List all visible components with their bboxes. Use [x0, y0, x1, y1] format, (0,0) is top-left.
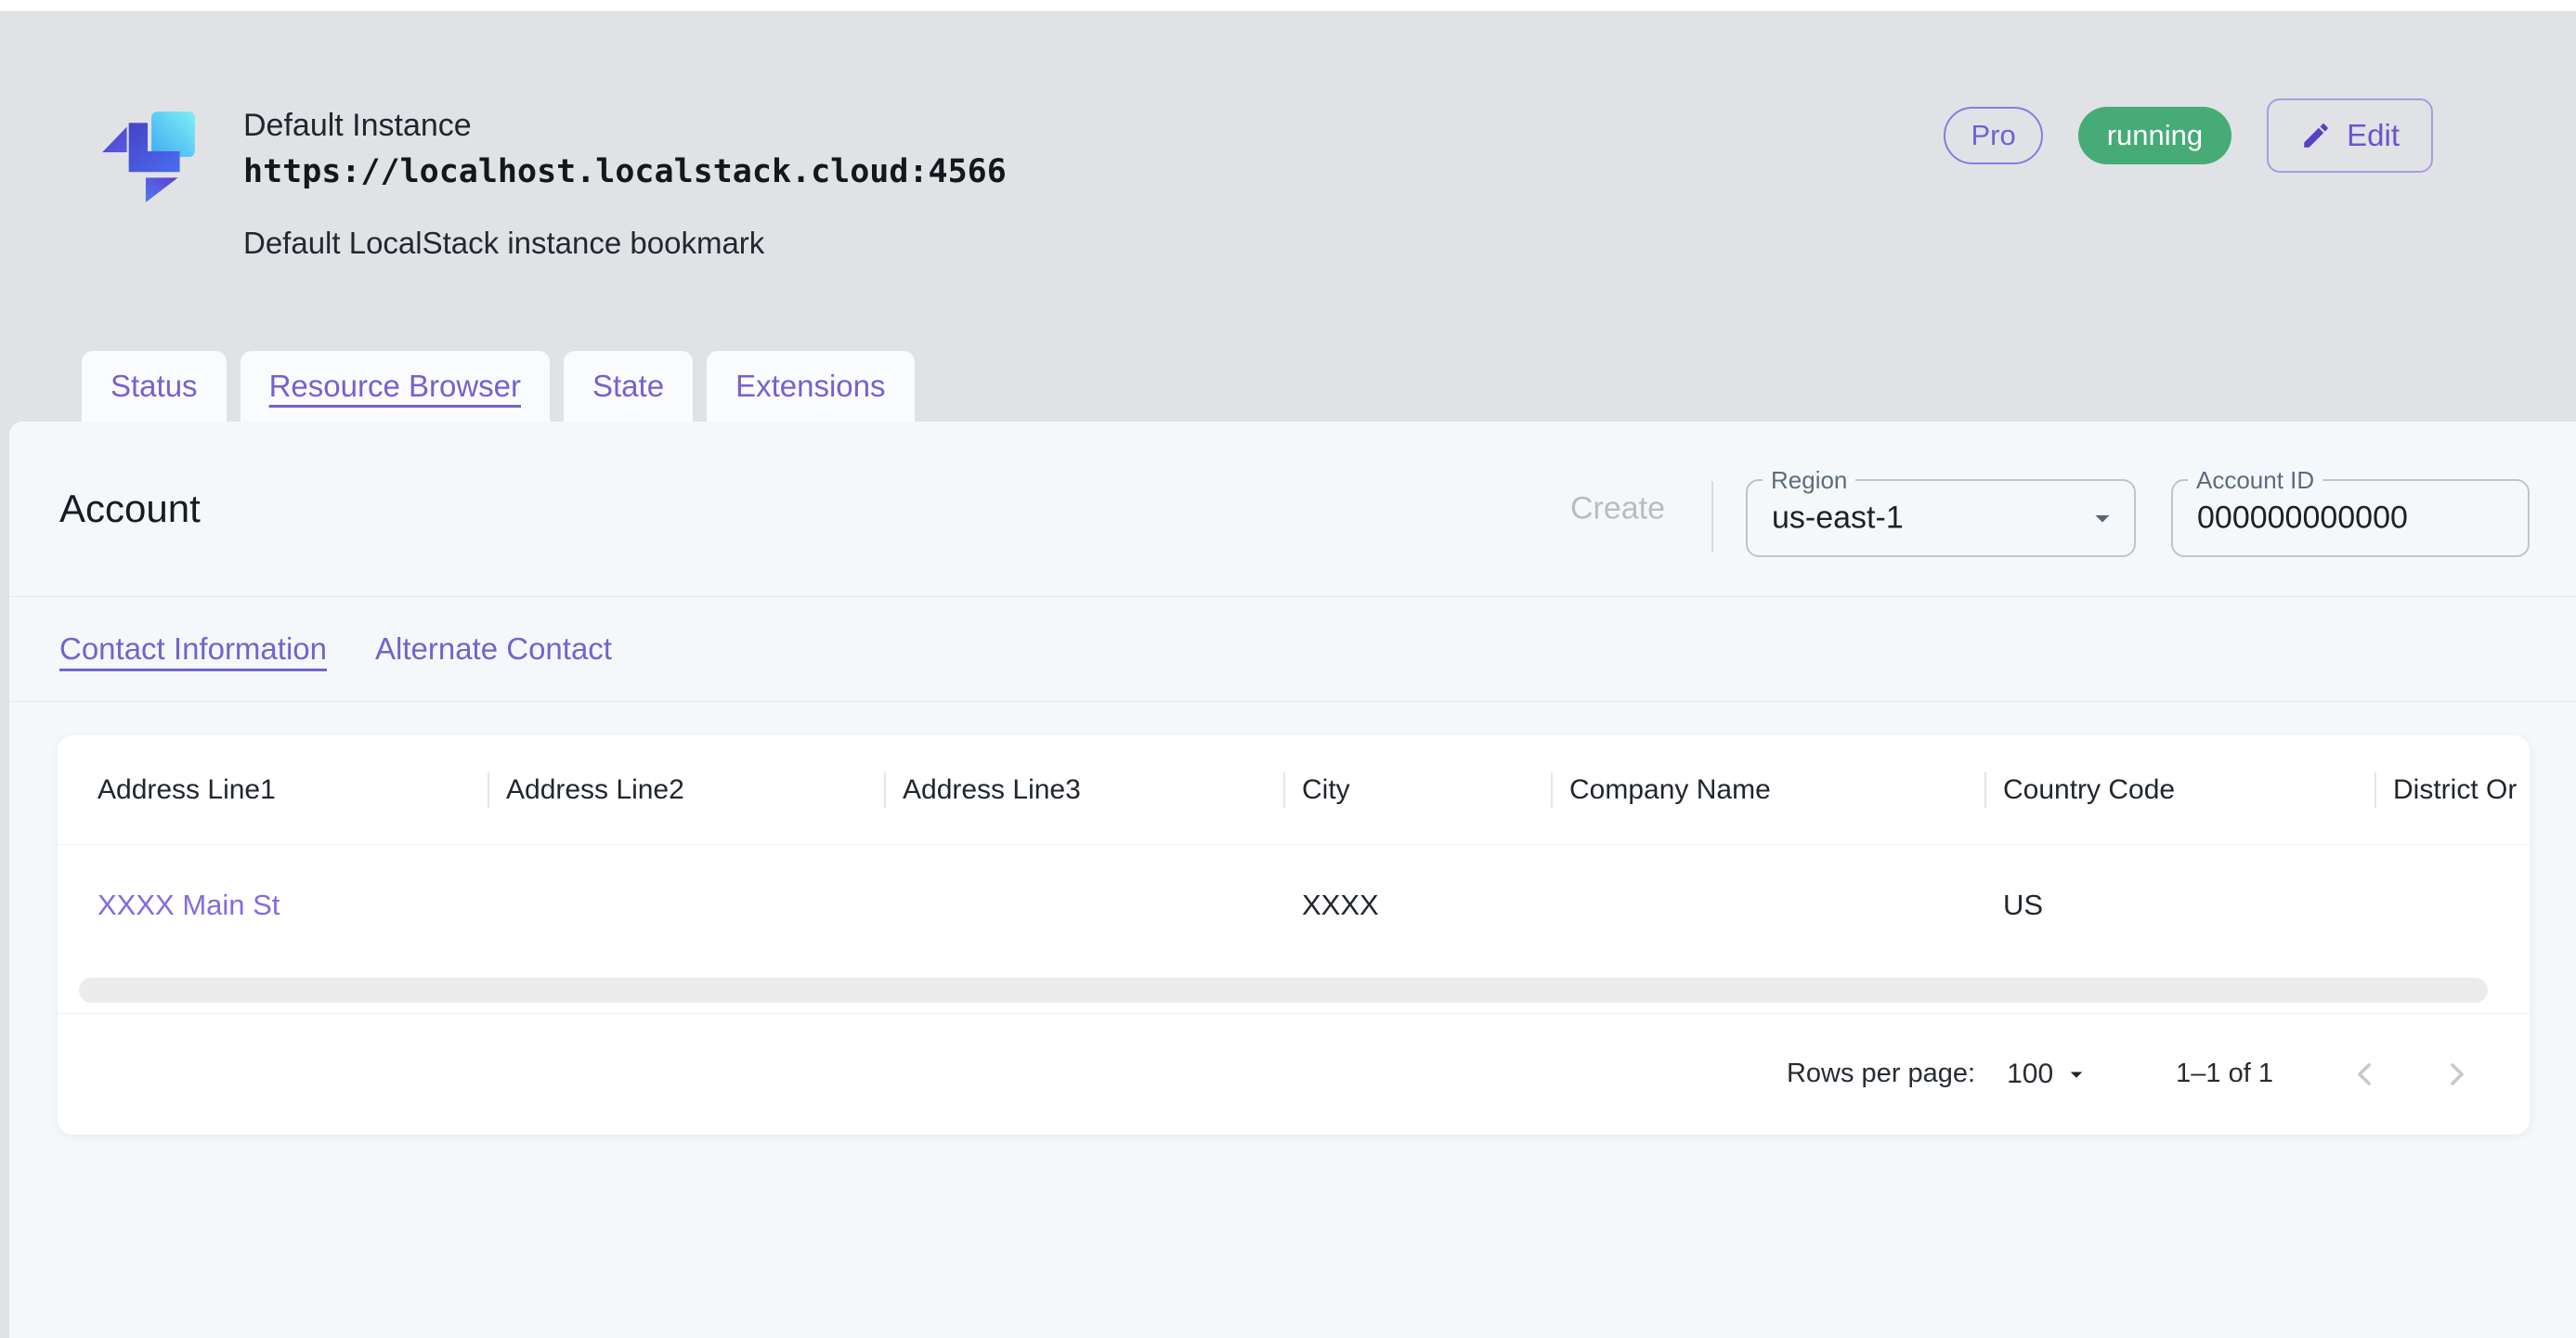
tab-status[interactable]: Status	[82, 351, 227, 422]
column-header-address-line1[interactable]: Address Line1	[58, 735, 488, 844]
pencil-icon	[2300, 120, 2332, 151]
pro-badge: Pro	[1944, 107, 2042, 164]
header-badges: Pro running Edit	[1944, 98, 2433, 173]
cell-district	[2374, 845, 2530, 966]
column-header-district[interactable]: District Or	[2374, 735, 2530, 844]
previous-page-button[interactable]	[2344, 1054, 2385, 1095]
tab-extensions[interactable]: Extensions	[707, 351, 914, 422]
status-badge: running	[2078, 107, 2231, 164]
cell-company-name	[1551, 845, 1984, 966]
region-select-value: us-east-1	[1772, 500, 1904, 537]
cell-country-code: US	[1984, 845, 2374, 966]
column-header-address-line2[interactable]: Address Line2	[488, 735, 884, 844]
cell-address-line3	[884, 845, 1283, 966]
account-id-value: 000000000000	[2197, 500, 2408, 537]
pagination-range: 1–1 of 1	[2176, 1059, 2273, 1089]
rows-per-page-label: Rows per page:	[1787, 1059, 1975, 1089]
horizontal-scrollbar[interactable]	[79, 978, 2488, 1003]
cell-city: XXXX	[1283, 845, 1551, 966]
instance-subtitle: Default LocalStack instance bookmark	[243, 226, 1007, 261]
chevron-down-icon	[2086, 501, 2119, 535]
page-title: Account	[59, 487, 201, 531]
account-subtabs: Contact Information Alternate Contact	[9, 597, 2576, 702]
region-select[interactable]: Region us-east-1	[1746, 479, 2136, 557]
column-header-company-name[interactable]: Company Name	[1551, 735, 1984, 844]
arrow-drop-down-icon	[2062, 1060, 2090, 1088]
instance-title: Default Instance	[243, 108, 1007, 144]
column-header-country-code[interactable]: Country Code	[1984, 735, 2374, 844]
cell-address-line1-link[interactable]: XXXX Main St	[58, 845, 488, 966]
contacts-table-card: Address Line1 Address Line2 Address Line…	[58, 735, 2530, 1135]
instance-url: https://localhost.localstack.cloud:4566	[243, 153, 1007, 190]
pagination-nav	[2344, 1054, 2478, 1095]
rows-per-page-value: 100	[2007, 1059, 2053, 1090]
rows-per-page-select[interactable]: 100	[2007, 1059, 2090, 1090]
chevron-left-icon	[2346, 1056, 2383, 1093]
column-header-address-line3[interactable]: Address Line3	[884, 735, 1283, 844]
region-select-label: Region	[1763, 466, 1855, 495]
horizontal-scroll-zone	[58, 966, 2530, 1014]
cell-address-line2	[488, 845, 884, 966]
edit-button-label: Edit	[2347, 118, 2400, 153]
tab-state[interactable]: State	[564, 351, 693, 422]
account-id-field[interactable]: Account ID 000000000000	[2171, 479, 2530, 557]
account-id-label: Account ID	[2188, 466, 2322, 495]
toolbar-divider	[1711, 481, 1713, 552]
table-footer: Rows per page: 100 1–1 of 1	[58, 1014, 2530, 1134]
chevron-right-icon	[2439, 1056, 2476, 1093]
main-tabs: Status Resource Browser State Extensions	[82, 351, 915, 422]
localstack-logo-icon	[91, 98, 204, 212]
browser-top-strip	[0, 0, 2576, 11]
subtab-alternate-contact[interactable]: Alternate Contact	[375, 631, 612, 667]
next-page-button[interactable]	[2437, 1054, 2478, 1095]
instance-header: Default Instance https://localhost.local…	[0, 11, 2576, 422]
subtab-contact-information[interactable]: Contact Information	[59, 631, 327, 667]
table-row: XXXX Main St XXXX US	[58, 845, 2530, 966]
tab-resource-browser[interactable]: Resource Browser	[241, 351, 550, 422]
table-header-row: Address Line1 Address Line2 Address Line…	[58, 735, 2530, 845]
account-toolbar: Account Create Region us-east-1 Account …	[9, 422, 2576, 597]
resource-browser-panel: Account Create Region us-east-1 Account …	[9, 422, 2576, 1338]
column-header-city[interactable]: City	[1283, 735, 1551, 844]
create-button[interactable]: Create	[1543, 491, 1692, 527]
edit-button[interactable]: Edit	[2267, 98, 2433, 173]
